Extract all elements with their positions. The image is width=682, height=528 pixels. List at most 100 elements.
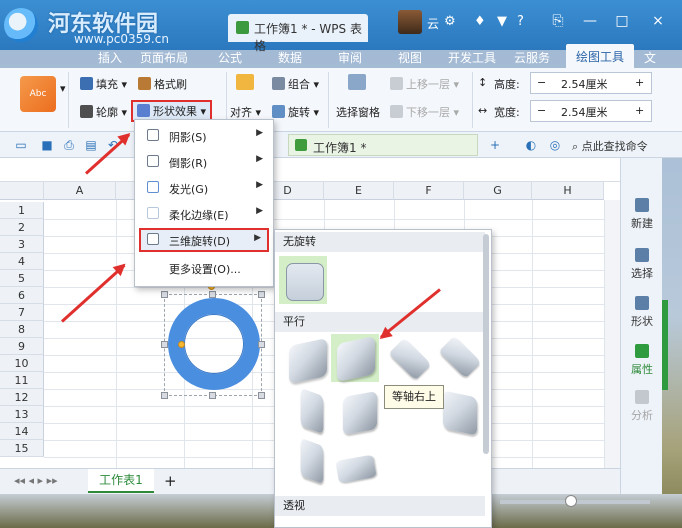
width-decrease-button[interactable]: − <box>537 104 546 117</box>
menu-item-shadow[interactable]: 阴影(S) ▶ <box>139 124 269 148</box>
row-header[interactable]: 8 <box>0 321 44 338</box>
formula-bar[interactable] <box>0 158 620 182</box>
workbook-tab[interactable]: 工作簿1 * <box>288 134 478 156</box>
menu-drawing-tools[interactable]: 绘图工具 <box>566 44 635 68</box>
menu-page-layout[interactable]: 页面布局 <box>140 49 188 66</box>
shape-style-preview[interactable]: Abc <box>20 76 56 112</box>
user-name[interactable]: 云 <box>427 15 439 32</box>
preset-parallel-5[interactable] <box>300 387 324 435</box>
settings-icon[interactable]: ⚙ <box>444 14 456 29</box>
height-increase-button[interactable]: + <box>635 76 644 89</box>
help-icon[interactable]: ? <box>517 14 524 29</box>
resize-handle[interactable] <box>161 341 168 348</box>
avatar[interactable] <box>398 10 422 34</box>
task-analysis[interactable]: 分析 <box>623 390 661 423</box>
format-painter-button[interactable]: 格式刷 <box>138 76 187 92</box>
width-increase-button[interactable]: + <box>635 104 644 117</box>
row-header[interactable]: 6 <box>0 287 44 304</box>
skin-icon[interactable]: ▼ <box>497 14 507 29</box>
task-select[interactable]: 选择 <box>623 248 661 281</box>
menu-item-glow[interactable]: 发光(G) ▶ <box>139 176 269 200</box>
add-sheet-button[interactable]: + <box>164 472 177 490</box>
preset-parallel-3[interactable] <box>388 337 432 381</box>
align-icon[interactable] <box>236 74 257 91</box>
menu-data[interactable]: 数据 <box>278 49 302 66</box>
width-value[interactable]: 2.54厘米 <box>561 104 608 120</box>
height-stepper[interactable]: − 2.54厘米 + <box>530 72 652 94</box>
row-header[interactable]: 15 <box>0 440 44 457</box>
style-more-icon[interactable]: ▾ <box>60 82 66 95</box>
row-header[interactable]: 3 <box>0 236 44 253</box>
send-backward-button[interactable]: 下移一层 ▾ <box>390 104 459 120</box>
row-header[interactable]: 9 <box>0 338 44 355</box>
column-header[interactable]: E <box>324 182 394 200</box>
menu-review[interactable]: 审阅 <box>338 49 362 66</box>
minimize-button[interactable]: — <box>578 10 602 32</box>
row-header[interactable]: 14 <box>0 423 44 440</box>
menu-text[interactable]: 文 <box>644 49 656 66</box>
resize-handle[interactable] <box>258 392 265 399</box>
row-header[interactable]: 5 <box>0 270 44 287</box>
adjust-handle[interactable] <box>178 341 185 348</box>
row-header[interactable]: 7 <box>0 304 44 321</box>
row-header[interactable]: 13 <box>0 406 44 423</box>
corner-select-all[interactable] <box>0 182 44 200</box>
row-header[interactable]: 1 <box>0 202 44 219</box>
height-value[interactable]: 2.54厘米 <box>561 76 608 92</box>
selection-pane-icon[interactable] <box>348 74 369 91</box>
preset-parallel-10[interactable] <box>335 454 377 484</box>
fill-button[interactable]: 填充 ▾ <box>80 76 127 92</box>
resize-handle[interactable] <box>209 392 216 399</box>
task-pane-toggle[interactable] <box>662 300 668 390</box>
task-new[interactable]: 新建 <box>623 198 661 231</box>
preset-parallel-9[interactable] <box>300 437 324 485</box>
command-search[interactable]: ⌕ 点此查找命令 <box>572 138 648 154</box>
bring-forward-button[interactable]: 上移一层 ▾ <box>390 76 459 92</box>
column-header[interactable]: G <box>464 182 532 200</box>
menu-formulas[interactable]: 公式 <box>218 49 242 66</box>
new-file-icon[interactable]: ▭ <box>14 138 28 152</box>
row-header[interactable]: 10 <box>0 355 44 372</box>
preset-parallel-8[interactable] <box>442 390 478 436</box>
zoom-slider-thumb[interactable] <box>565 495 577 507</box>
menu-insert[interactable]: 插入 <box>98 49 122 66</box>
height-decrease-button[interactable]: − <box>537 76 546 89</box>
menu-item-3d-rotation[interactable]: 三维旋转(D) ▶ <box>139 228 269 252</box>
gallery-scrollbar[interactable] <box>483 234 489 454</box>
sheet-tab-active[interactable]: 工作表1 <box>88 469 154 493</box>
group-button[interactable]: 组合 ▾ <box>272 76 319 92</box>
menu-item-soft-edges[interactable]: 柔化边缘(E) ▶ <box>139 202 269 226</box>
cloud-doc-icon[interactable]: ◐ <box>524 138 538 152</box>
menu-item-reflection[interactable]: 倒影(R) ▶ <box>139 150 269 174</box>
preset-parallel-4[interactable] <box>438 335 482 379</box>
menu-item-more-settings[interactable]: 更多设置(O)... <box>139 256 269 280</box>
vertical-scrollbar[interactable] <box>604 200 620 468</box>
shirt-icon[interactable]: ♦ <box>474 14 486 29</box>
row-header[interactable]: 2 <box>0 219 44 236</box>
column-header[interactable]: F <box>394 182 464 200</box>
resize-handle[interactable] <box>209 291 216 298</box>
print-icon[interactable]: ▤ <box>84 138 98 152</box>
print-preview-icon[interactable]: ⎙ <box>62 138 76 152</box>
sheet-nav-icons[interactable]: ◂◂ ◂ ▸ ▸▸ <box>14 474 58 487</box>
row-header[interactable]: 4 <box>0 253 44 270</box>
new-tab-button[interactable]: + <box>488 138 502 152</box>
save-icon[interactable]: ■ <box>40 138 54 152</box>
task-shape[interactable]: 形状 <box>623 296 661 329</box>
resize-handle[interactable] <box>258 291 265 298</box>
selection-pane-button[interactable]: 选择窗格 <box>336 104 380 120</box>
column-header[interactable]: H <box>532 182 604 200</box>
outline-button[interactable]: 轮廓 ▾ <box>80 104 127 120</box>
width-stepper[interactable]: − 2.54厘米 + <box>530 100 652 122</box>
rotate-button[interactable]: 旋转 ▾ <box>272 104 319 120</box>
preset-parallel-6[interactable] <box>342 390 378 436</box>
column-header[interactable]: A <box>44 182 116 200</box>
menu-developer[interactable]: 开发工具 <box>448 49 496 66</box>
row-header[interactable]: 12 <box>0 389 44 406</box>
menu-cloud[interactable]: 云服务 <box>514 49 550 66</box>
minimize-to-tray-icon[interactable]: ⎘ <box>546 10 570 32</box>
preset-parallel-1[interactable] <box>289 337 327 385</box>
close-button[interactable]: × <box>646 10 670 32</box>
share-icon[interactable]: ◎ <box>548 138 562 152</box>
resize-handle[interactable] <box>161 392 168 399</box>
